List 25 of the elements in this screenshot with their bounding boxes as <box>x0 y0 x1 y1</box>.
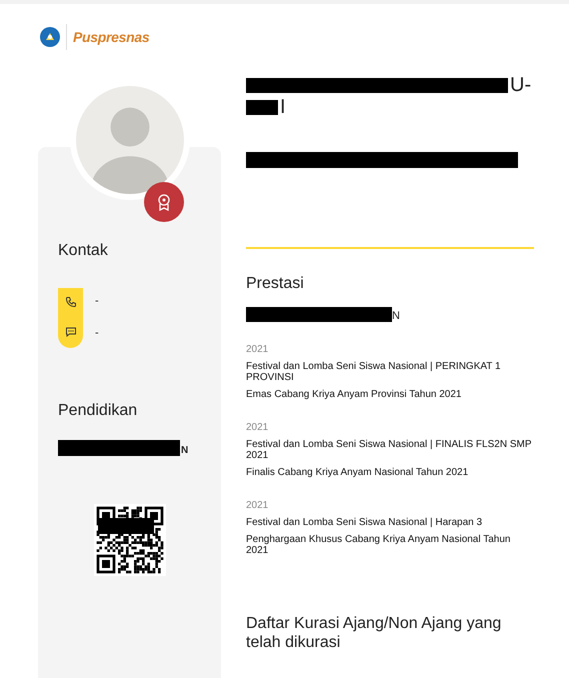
school-name: N <box>181 445 188 456</box>
phone-icon <box>64 296 76 308</box>
event-name: Festival dan Lomba Seni Siswa Nasional | PERINGKAT 1 PROVINSI <box>246 361 502 383</box>
achievement-year: 2021 <box>246 422 270 433</box>
logo[interactable]: Puspresnas <box>73 29 150 45</box>
emblem-icon <box>40 27 60 47</box>
redaction-bar <box>98 518 154 534</box>
award-name: Penghargaan Khusus Cabang Kriya Anyam Nasional Tahun 2021 <box>246 534 512 556</box>
student-name: U- <box>510 74 532 96</box>
contact-value: - <box>95 294 99 308</box>
section-title: Kontak <box>58 242 109 260</box>
section-title: Daftar Kurasi Ajang/Non Ajang yang telah dikurasi <box>246 614 502 652</box>
student-name: I <box>280 96 286 118</box>
school-name: N <box>392 310 400 322</box>
chat-icon <box>64 326 76 338</box>
contact-value: - <box>95 326 99 340</box>
achievement-year: 2021 <box>246 344 270 355</box>
section-title: Prestasi <box>246 275 305 293</box>
award-name: Finalis Cabang Kriya Anyam Nasional Tahun 2021 <box>246 467 470 478</box>
achievement-year: 2021 <box>246 500 270 511</box>
award-name: Emas Cabang Kriya Anyam Provinsi Tahun 2021 <box>246 389 462 400</box>
redaction-bar <box>246 100 278 114</box>
section-title: Pendidikan <box>58 402 138 420</box>
event-name: Festival dan Lomba Seni Siswa Nasional | Harapan 3 <box>246 517 484 528</box>
event-name: Festival dan Lomba Seni Siswa Nasional | FINALIS FLS2N SMP 2021 <box>246 439 532 461</box>
